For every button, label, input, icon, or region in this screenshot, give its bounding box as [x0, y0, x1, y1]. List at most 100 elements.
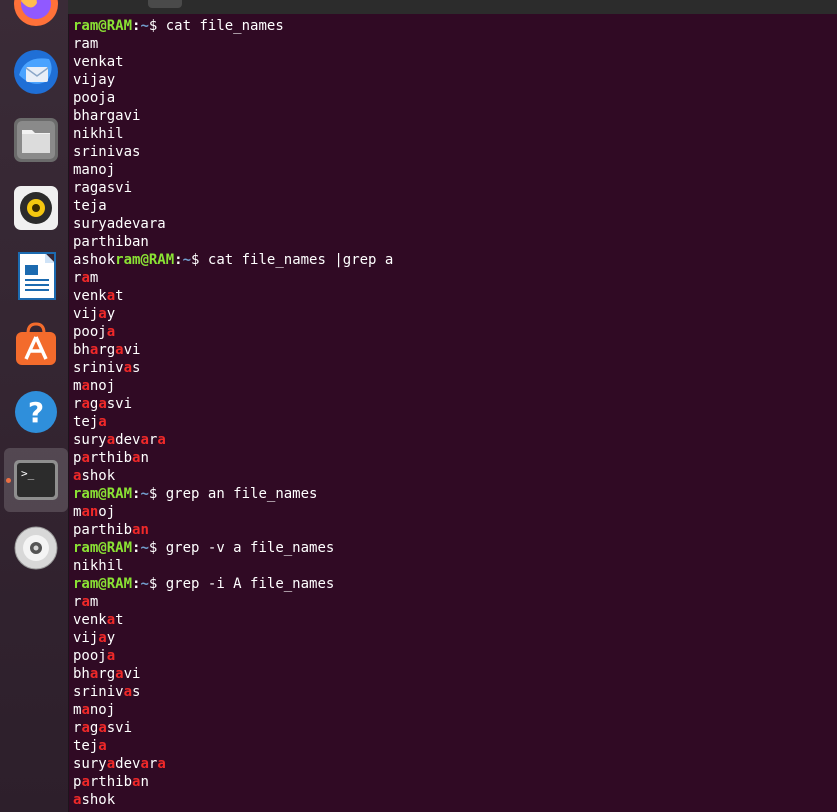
grep-match: a [115, 342, 124, 358]
output-line: ram [73, 269, 837, 287]
grep-match: an [132, 522, 149, 538]
output-line: vijay [73, 71, 837, 89]
grep-match: a [81, 594, 90, 610]
prompt-symbol: $ [191, 252, 208, 268]
grep-match: a [106, 324, 116, 340]
grep-match: a [81, 702, 90, 718]
firefox-icon[interactable] [4, 0, 68, 36]
dvd-icon[interactable] [4, 516, 68, 580]
rhythmbox-icon[interactable] [4, 176, 68, 240]
terminal-output[interactable]: ram@RAM:~$ cat file_names ram venkat vijay p… [73, 17, 837, 812]
output-text: y [106, 306, 116, 322]
output-text: parthiban [73, 234, 149, 250]
output-text: vij [73, 630, 99, 646]
output-text: tej [73, 414, 99, 430]
output-text: sury [73, 756, 107, 772]
output-line: manoj [73, 701, 837, 719]
output-text: vijay [73, 72, 116, 88]
output-text: nikhil [73, 126, 124, 142]
output-line: suryadevara [73, 755, 837, 773]
output-line: teja [73, 737, 837, 755]
prompt-line: ashokram@RAM:~$ cat file_names |grep a [73, 251, 837, 269]
output-text: oj [98, 504, 116, 520]
output-text: srinivas [73, 144, 141, 160]
grep-match: a [81, 450, 90, 466]
grep-match: a [98, 630, 107, 646]
grep-match: a [157, 432, 166, 448]
terminal-icon[interactable]: >_ [4, 448, 68, 512]
output-text: venk [73, 288, 107, 304]
output-text: dev [115, 432, 141, 448]
output-text: pooj [73, 648, 107, 664]
output-text: bh [73, 666, 90, 682]
output-line: ashok [73, 791, 837, 809]
output-text: shok [81, 792, 116, 808]
output-text: y [106, 630, 116, 646]
output-line: nikhil [73, 557, 837, 575]
output-text: m [89, 270, 99, 286]
writer-icon[interactable] [4, 244, 68, 308]
terminal-titlebar [68, 0, 837, 14]
output-text: svi [106, 720, 133, 736]
grep-match: a [98, 720, 107, 736]
output-text: manoj [73, 162, 116, 178]
svg-text:?: ? [28, 396, 44, 429]
output-text: noj [89, 378, 116, 394]
grep-match: a [98, 414, 107, 430]
output-text: vi [123, 342, 141, 358]
prompt-symbol: $ [148, 18, 166, 34]
help-icon[interactable]: ? [4, 380, 68, 444]
grep-match: a [81, 270, 90, 286]
launcher-dock: ? >_ [0, 0, 69, 812]
output-text: pooj [73, 324, 107, 340]
output-line: srinivas [73, 683, 837, 701]
thunderbird-icon[interactable] [4, 40, 68, 104]
output-line: bhargavi [73, 107, 837, 125]
output-line: pooja [73, 323, 837, 341]
grep-match: a [106, 288, 116, 304]
output-text: ram [73, 36, 99, 52]
grep-match: an [81, 504, 99, 520]
output-line: parthiban [73, 773, 837, 791]
command-text: grep -i A file_names [165, 576, 335, 592]
output-text: n [140, 450, 149, 466]
output-line: suryadevara [73, 431, 837, 449]
output-text: sury [73, 432, 107, 448]
output-line: nikhil [73, 125, 837, 143]
prompt-line: ram@RAM:~$ grep -v a file_names [73, 539, 837, 557]
output-text: rg [98, 342, 116, 358]
output-line: bhargavi [73, 665, 837, 683]
output-line: ram [73, 35, 837, 53]
output-line: venkat [73, 611, 837, 629]
prompt-line: ram@RAM:~$ grep an file_names [73, 485, 837, 503]
grep-match: a [98, 738, 107, 754]
command-text: grep an file_names [165, 486, 318, 502]
output-text: teja [73, 198, 107, 214]
grep-match: a [106, 756, 116, 772]
tab-handle[interactable] [148, 0, 182, 8]
output-line: venkat [73, 53, 837, 71]
output-text: svi [106, 396, 133, 412]
output-text: venk [73, 612, 107, 628]
output-text: noj [89, 702, 116, 718]
prompt-line: ram@RAM:~$ cat file_names [73, 17, 837, 35]
output-text: tej [73, 738, 99, 754]
output-line: ram [73, 593, 837, 611]
output-text: rthib [89, 450, 133, 466]
grep-match: a [81, 396, 90, 412]
output-line: parthiban [73, 233, 837, 251]
output-text: t [115, 288, 124, 304]
output-line: parthiban [73, 449, 837, 467]
output-line: vijay [73, 305, 837, 323]
grep-match: a [81, 720, 90, 736]
grep-match: a [140, 432, 149, 448]
output-text: rthib [89, 774, 133, 790]
files-icon[interactable] [4, 108, 68, 172]
output-line: ragasvi [73, 179, 837, 197]
output-line: manoj [73, 377, 837, 395]
ubuntu-software-icon[interactable] [4, 312, 68, 376]
grep-match: a [81, 378, 90, 394]
grep-match: a [140, 756, 149, 772]
command-text: cat file_names [165, 18, 284, 34]
output-text: s [132, 684, 141, 700]
